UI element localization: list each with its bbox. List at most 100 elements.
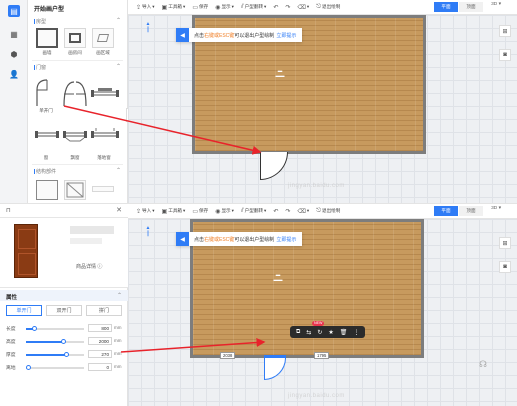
view-2d-button[interactable]: 平面	[434, 2, 458, 12]
undo-icon: ↶	[273, 208, 279, 215]
toolbar-clear[interactable]: ⌫ ▾	[297, 4, 309, 11]
property-value-input[interactable]: 2000	[88, 337, 112, 345]
import-icon: ⇪	[136, 4, 142, 11]
camera-icon[interactable]: ◙	[499, 261, 511, 273]
toolbar-label: 导入	[142, 208, 152, 213]
slider-knob[interactable]	[61, 339, 67, 344]
property-value-input[interactable]: 800	[88, 324, 112, 332]
grid-nav-icon[interactable]: ▦	[8, 28, 20, 40]
toolbar-undo[interactable]: ↶	[273, 4, 278, 11]
property-slider[interactable]	[26, 339, 84, 344]
toolbar-toolbox[interactable]: ▣ 工具箱 ▾	[162, 4, 186, 11]
slider-knob[interactable]	[26, 365, 31, 370]
draw-wall-tile[interactable]	[36, 28, 58, 48]
property-value-input[interactable]: 270	[88, 350, 112, 358]
toolbar-flip[interactable]: ⫽ 户型翻转 ▾	[241, 208, 266, 215]
floor-window-tile[interactable]	[90, 124, 120, 142]
toolbar-clear[interactable]: ⌫ ▾	[297, 208, 309, 215]
toolbar-import[interactable]: ⇪ 导入 ▾	[136, 4, 155, 11]
tab-split-door[interactable]: 拼门	[86, 305, 122, 316]
slider-fill	[26, 354, 67, 356]
chevron-up-icon[interactable]: ⌃	[116, 17, 121, 24]
view-2d-button[interactable]: 平面	[434, 206, 458, 216]
toolbar-flip[interactable]: ⫽ 户型翻转 ▾	[241, 4, 266, 11]
toolbar-redo[interactable]: ↷	[285, 208, 290, 215]
property-value-input[interactable]: 0	[88, 363, 112, 371]
property-row: 离地 0 mm	[6, 363, 122, 372]
draw-room-tile[interactable]	[64, 28, 86, 48]
design-canvas[interactable]: ▲ ┃ ▬ ▬▬ ◀ 点击 右键或ESC键 可以退出户型绘制 立即提示 ⊞ ◙ ji…	[128, 15, 517, 203]
rotate-icon[interactable]: ↻	[317, 329, 322, 336]
property-unit: mm	[114, 364, 122, 369]
slider-knob[interactable]	[64, 352, 70, 357]
toolbar-exit[interactable]: ⎋ 退出绘制	[316, 4, 340, 11]
chevron-up-icon[interactable]: ⌃	[116, 63, 121, 70]
chevron-up-icon[interactable]: ⌃	[117, 292, 122, 299]
shield-nav-icon[interactable]: ⬢	[8, 48, 20, 60]
toolbar-save[interactable]: ▭ 保存	[192, 208, 208, 215]
door-placement-marker[interactable]	[260, 152, 288, 180]
window-tile[interactable]	[34, 124, 60, 142]
more-icon[interactable]: ⋮	[353, 329, 359, 336]
favorite-icon[interactable]: ★	[328, 329, 333, 336]
tip-text: 点击	[194, 32, 205, 39]
tab-double-door[interactable]: 双开门	[46, 305, 82, 316]
property-topbar: ⊓ ✕	[0, 204, 128, 218]
property-row: 厚度 270 mm	[6, 350, 122, 359]
close-icon[interactable]: ✕	[116, 206, 122, 214]
property-slider[interactable]	[26, 326, 84, 331]
layers-icon[interactable]: ⊞	[499, 25, 511, 37]
floorplan-nav-icon[interactable]: ▤	[8, 5, 20, 17]
struct-tile[interactable]	[64, 180, 86, 200]
toolbar-label: 户型翻转	[244, 4, 264, 9]
double-door-tile[interactable]	[62, 76, 88, 108]
view-top-button[interactable]: 顶面	[459, 206, 483, 216]
product-subtitle-blurred	[70, 238, 102, 244]
camera-icon[interactable]: ◙	[499, 49, 511, 61]
view-switch: 平面 顶面	[434, 206, 483, 216]
chevron-up-icon[interactable]: ⌃	[116, 167, 121, 174]
view-3d-select[interactable]: 3D ▾	[491, 2, 501, 7]
toolbar-display[interactable]: ◉ 显示 ▾	[215, 208, 234, 215]
room-shape-icon	[69, 33, 81, 43]
slider-knob[interactable]	[32, 326, 38, 331]
dimension-left: 2038	[220, 352, 236, 359]
draw-area-tile[interactable]	[92, 28, 114, 48]
tip-link[interactable]: 立即提示	[276, 32, 296, 39]
save-icon: ▭	[192, 4, 198, 11]
toolbar-toolbox[interactable]: ▣ 工具箱 ▾	[162, 208, 186, 215]
struct-tile[interactable]	[36, 180, 58, 200]
view-3d-select[interactable]: 3D ▾	[491, 206, 501, 211]
toolbar-import[interactable]: ⇪ 导入 ▾	[136, 208, 155, 215]
view-top-button[interactable]: 顶面	[459, 2, 483, 12]
flip-icon[interactable]: ⇆	[306, 329, 311, 336]
redo-icon: ↷	[285, 208, 291, 215]
property-unit: mm	[114, 325, 122, 330]
tip-link[interactable]: 立即提示	[276, 236, 296, 243]
product-detail-link[interactable]: 商品详情 ⓘ	[76, 263, 102, 270]
view-switch: 平面 顶面	[434, 2, 483, 12]
property-slider[interactable]	[26, 365, 84, 370]
help-icon[interactable]: ☊	[479, 359, 487, 370]
sliding-door-tile[interactable]	[90, 76, 120, 108]
section-doors-label: 门窗	[33, 65, 47, 71]
user-nav-icon[interactable]: 👤	[8, 68, 20, 80]
toolbar-save[interactable]: ▭ 保存	[192, 4, 208, 11]
toolbar-display[interactable]: ◉ 显示 ▾	[215, 4, 234, 11]
design-canvas[interactable]: ▲ ┃ ▬ ▬▬ 2038 1795 ⧉ ⇆ ↻ ★ 🗑 ⋮ NEW ◀ 点击 右键…	[128, 219, 517, 406]
delete-icon[interactable]: 🗑	[340, 329, 348, 336]
struct-tile[interactable]	[92, 186, 114, 192]
layers-icon[interactable]: ⊞	[499, 237, 511, 249]
toolbar-label: 工具箱	[168, 208, 183, 213]
replace-icon[interactable]: ⧉	[296, 329, 300, 336]
toolbar-label: 户型翻转	[244, 208, 264, 213]
toolbar-undo[interactable]: ↶	[273, 208, 278, 215]
toolbar-label: 显示	[221, 208, 231, 213]
toolbar-exit[interactable]: ⎋ 退出绘制	[316, 208, 340, 215]
single-door-tile[interactable]	[34, 76, 60, 108]
bay-window-tile[interactable]	[62, 124, 88, 142]
tab-single-door[interactable]: 单开门	[6, 305, 42, 316]
dimension-right: 1795	[314, 352, 330, 359]
toolbar-redo[interactable]: ↷	[285, 4, 290, 11]
property-slider[interactable]	[26, 352, 84, 357]
